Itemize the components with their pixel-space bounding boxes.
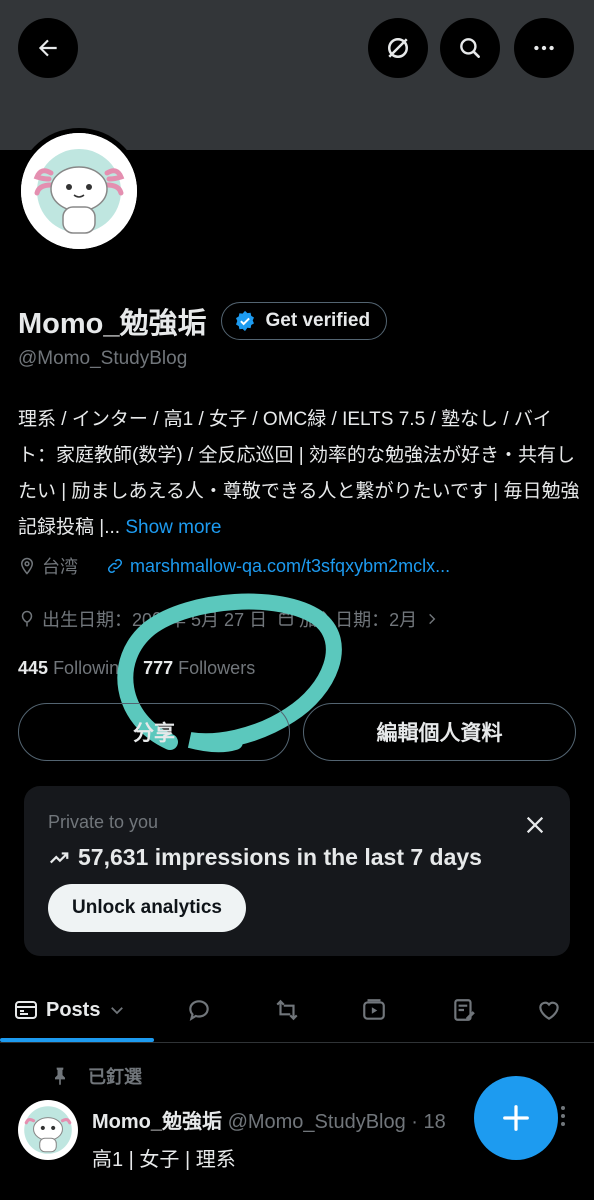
active-tab-indicator [0,1038,154,1042]
calendar-icon [279,612,293,626]
search-button[interactable] [440,18,500,78]
post-separator: · [411,1111,418,1133]
search-icon [460,38,480,58]
close-icon[interactable] [524,814,546,836]
article-edit-icon [454,999,475,1021]
profile-meta-dates: 出生日期：20 0 年 5月 27 日 加入日期：2月 [18,606,439,632]
profile-handle: @Momo_StudyBlog [18,348,188,369]
avatar[interactable] [21,133,137,249]
profile-avatar-frame [16,128,142,254]
post-time: 18 [423,1111,446,1133]
verified-badge-icon [235,310,254,332]
posts-icon [15,1001,37,1019]
edit-profile-label: 編輯個人資料 [376,722,503,745]
get-verified-label: Get verified [265,310,371,331]
post-author-name[interactable]: Momo_勉強垢 [92,1111,222,1133]
share-label: 分享 [133,722,175,745]
post-text: 高1 | 女子 | 理系 [92,1149,236,1171]
axolotl-avatar-small [24,1106,72,1154]
profile-tabs: Posts [0,980,594,1043]
tab-reposts[interactable] [270,980,304,1040]
reply-bubble-icon [189,1000,209,1022]
share-button[interactable]: 分享 [18,703,290,761]
back-button[interactable] [18,18,78,78]
tab-likes[interactable] [532,980,566,1040]
follow-counts: 445 Following 777 Followers [18,658,255,679]
followers-count: 777 [143,658,174,678]
show-more-link[interactable]: Show more [125,517,221,538]
arrow-left-icon [38,39,57,57]
unlock-analytics-button[interactable]: Unlock analytics [48,884,246,932]
birth-date-text: 年 5月 27 日 [168,610,268,630]
followers-link[interactable]: 777 Followers [143,658,255,679]
following-label: Following [53,658,130,678]
tab-media[interactable] [357,980,391,1040]
impressions-row: 57,631 impressions in the last 7 days [48,844,482,871]
axolotl-avatar-image [21,133,137,249]
more-horizontal-icon [534,45,554,51]
pin-icon [55,1067,65,1086]
private-label: Private to you [48,812,159,832]
get-verified-button[interactable]: Get verified [220,302,388,340]
tab-posts-label: Posts [46,998,101,1021]
post-author-handle: @Momo_StudyBlog [227,1111,406,1133]
link-icon [107,558,123,574]
analytics-card: Private to you 57,631 impressions in the… [24,786,570,956]
joined-date-text: 加入日期：2月 [299,610,418,630]
bio-text: 理系 / インター / 高1 / 女子 / OMC緑 / IELTS 7.5 /… [18,409,580,538]
compose-post-button[interactable] [474,1076,558,1160]
name-row: Momo_勉強垢 Get verified [18,300,388,342]
profile-bio: 理系 / インター / 高1 / 女子 / OMC緑 / IELTS 7.5 /… [18,402,582,546]
pinned-label: 已釘選 [88,1067,142,1087]
post-more-icon[interactable] [556,1104,570,1128]
followers-label: Followers [178,658,256,678]
profile-meta-location-link: 台湾 marshmallow-qa.com/t3sfqxybm2mclx... [18,553,450,579]
grok-button[interactable] [368,18,428,78]
pinned-indicator: 已釘選 [50,1063,142,1089]
chevron-down-icon [111,1007,124,1015]
following-link[interactable]: 445 Following [18,658,129,679]
location-text: 台湾 [42,557,78,577]
chevron-right-icon[interactable] [425,611,439,627]
display-name: Momo_勉強垢 [18,308,207,340]
video-play-icon [363,999,385,1020]
post-author-avatar[interactable] [18,1100,78,1160]
following-count: 445 [18,658,49,678]
edit-profile-button[interactable]: 編輯個人資料 [303,703,576,761]
unlock-analytics-label: Unlock analytics [72,897,222,918]
heart-icon [539,1001,559,1020]
repost-icon [276,999,298,1021]
location-pin-icon [20,557,34,575]
birth-date-label: 出生日期：20 [42,610,153,630]
more-options-button[interactable] [514,18,574,78]
tab-replies[interactable] [182,980,216,1040]
profile-banner[interactable] [0,0,594,150]
birth-date-hidden-digit: 0 [152,608,163,629]
slash-circle-icon [388,38,408,58]
balloon-icon [21,610,33,627]
post-header: Momo_勉強垢 @Momo_StudyBlog · 18 [92,1105,446,1134]
profile-website-link[interactable]: marshmallow-qa.com/t3sfqxybm2mclx... [130,556,450,577]
tab-posts[interactable]: Posts [14,980,126,1040]
plus-icon [503,1105,529,1131]
impressions-text: 57,631 impressions in the last 7 days [78,844,482,870]
trending-up-icon [49,851,69,863]
tab-articles[interactable] [447,980,481,1040]
